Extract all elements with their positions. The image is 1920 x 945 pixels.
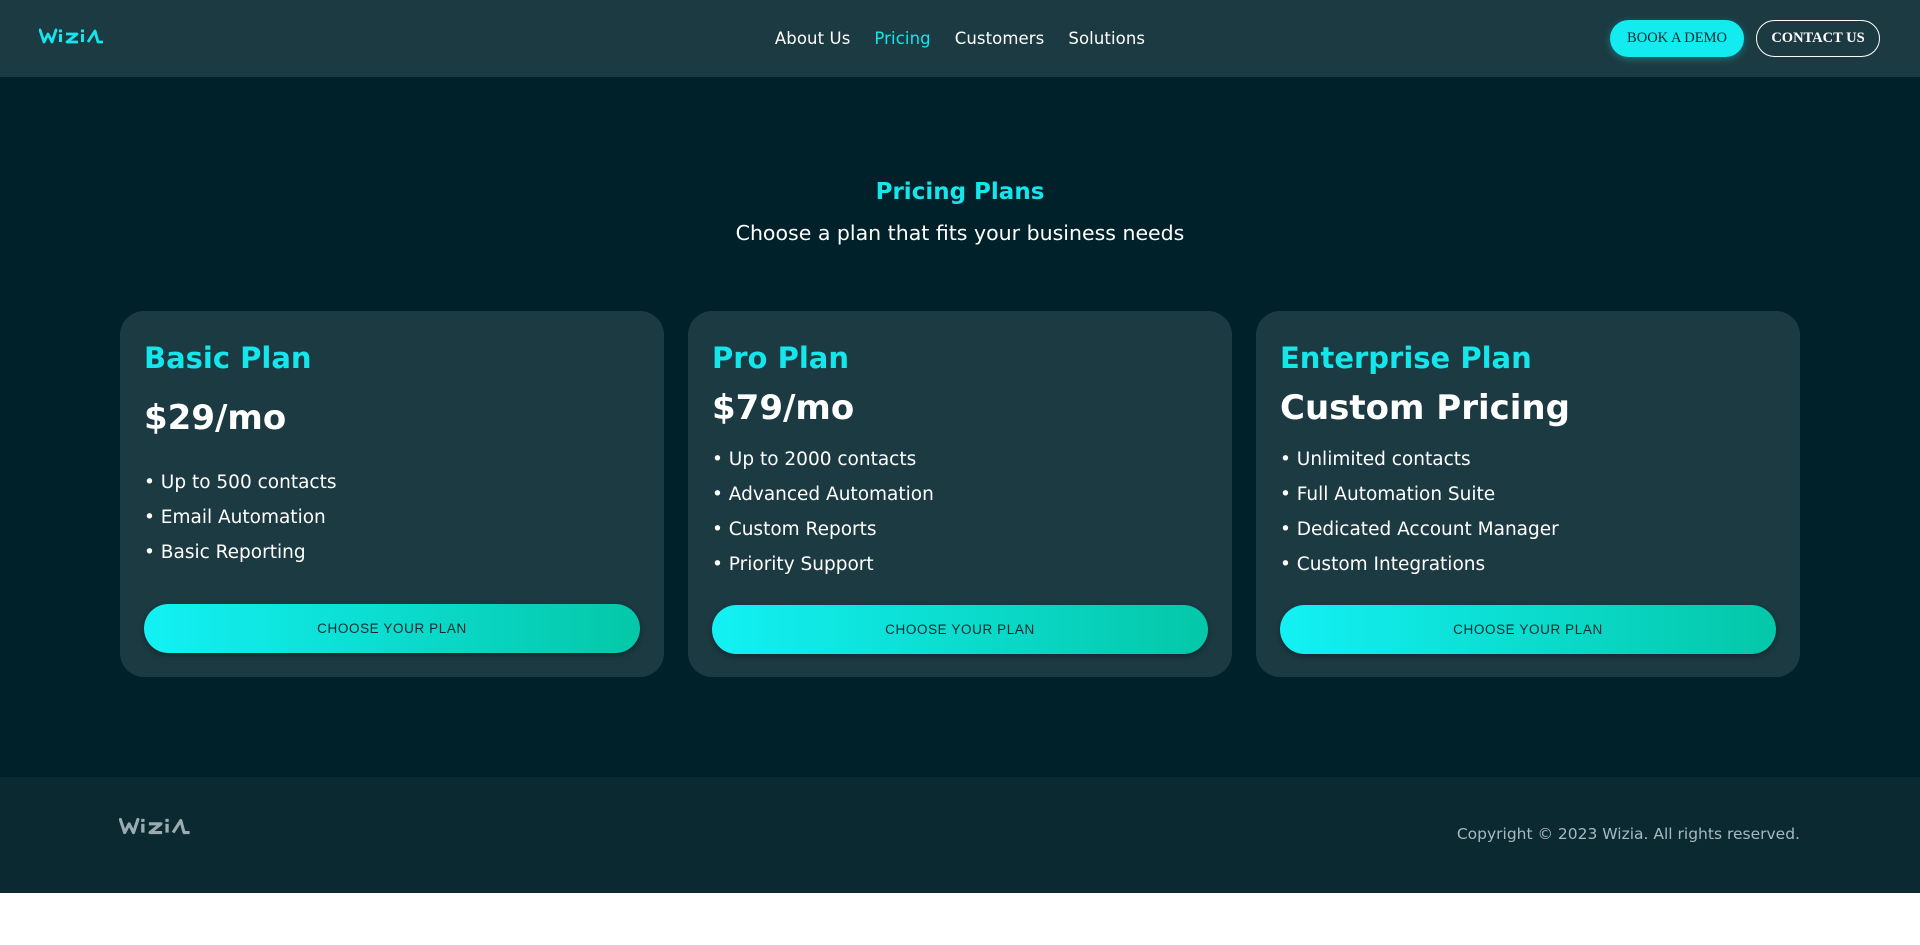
plan-price: $29/mo	[144, 398, 287, 438]
feature-list: • Unlimited contacts • Full Automation S…	[1280, 442, 1559, 582]
nav-solutions[interactable]: Solutions	[1068, 29, 1145, 48]
nav-pricing[interactable]: Pricing	[874, 29, 930, 48]
feature-item: • Advanced Automation	[712, 484, 934, 505]
feature-item: • Up to 500 contacts	[144, 472, 337, 493]
wizia-footer-logo[interactable]	[119, 815, 192, 837]
plan-name: Basic Plan	[144, 341, 312, 375]
feature-item: • Custom Integrations	[1280, 554, 1486, 575]
copyright-text: Copyright © 2023 Wizia. All rights reser…	[1456, 825, 1800, 843]
book-demo-button[interactable]: BOOK A DEMO	[1610, 20, 1744, 57]
feature-item: • Custom Reports	[712, 519, 877, 540]
feature-item: • Up to 2000 contacts	[712, 449, 917, 470]
plan-card-pro: Pro Plan $79/mo • Up to 2000 contacts • …	[688, 311, 1232, 677]
site-footer: Copyright © 2023 Wizia. All rights reser…	[0, 777, 1920, 893]
section-title: Pricing Plans	[875, 179, 1045, 205]
plan-price: Custom Pricing	[1280, 388, 1570, 428]
choose-plan-button-pro[interactable]: CHOOSE YOUR PLAN	[712, 605, 1208, 654]
plan-price: $79/mo	[712, 388, 855, 428]
feature-item: • Email Automation	[144, 507, 326, 528]
plan-card-enterprise: Enterprise Plan Custom Pricing • Unlimit…	[1256, 311, 1800, 677]
nav-customers[interactable]: Customers	[955, 29, 1045, 48]
feature-item: • Basic Reporting	[144, 542, 306, 563]
feature-list: • Up to 500 contacts • Email Automation …	[144, 465, 336, 570]
feature-item: • Full Automation Suite	[1280, 484, 1496, 505]
choose-plan-button-enterprise[interactable]: CHOOSE YOUR PLAN	[1280, 605, 1776, 654]
feature-item: • Unlimited contacts	[1280, 449, 1471, 470]
plan-name: Pro Plan	[712, 341, 849, 375]
site-header: About Us Pricing Customers Solutions BOO…	[0, 0, 1920, 77]
plan-name: Enterprise Plan	[1280, 341, 1532, 375]
contact-us-button[interactable]: CONTACT US	[1756, 20, 1880, 57]
plan-card-basic: Basic Plan $29/mo • Up to 500 contacts •…	[120, 311, 664, 677]
feature-item: • Dedicated Account Manager	[1280, 519, 1559, 540]
nav-about-us[interactable]: About Us	[775, 29, 851, 48]
feature-list: • Up to 2000 contacts • Advanced Automat…	[712, 442, 934, 582]
section-subtitle: Choose a plan that fits your business ne…	[735, 221, 1185, 245]
feature-item: • Priority Support	[712, 554, 874, 575]
choose-plan-button-basic[interactable]: CHOOSE YOUR PLAN	[144, 604, 640, 653]
pricing-section: Pricing Plans Choose a plan that fits yo…	[0, 77, 1920, 777]
